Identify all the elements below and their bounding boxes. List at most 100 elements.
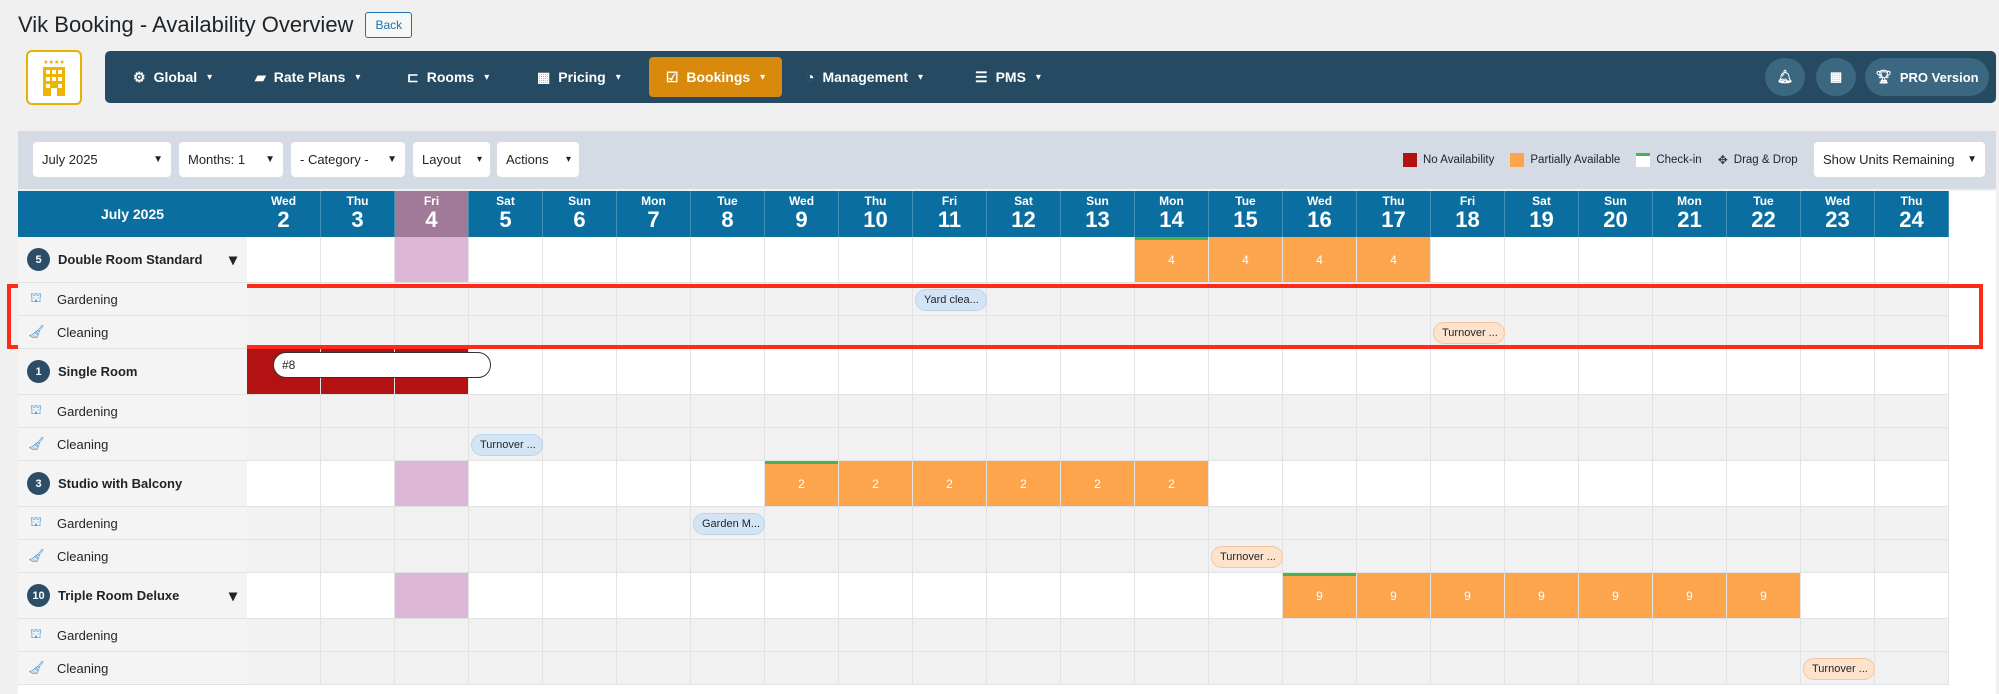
day-cell[interactable]: [247, 652, 321, 685]
month-select[interactable]: July 2025 ▼: [33, 142, 171, 177]
day-header[interactable]: Mon 14: [1135, 191, 1209, 237]
day-cell[interactable]: [913, 540, 987, 573]
nav-pms[interactable]: ☰ PMS ▾: [965, 51, 1051, 103]
day-cell[interactable]: [395, 619, 469, 652]
day-cell[interactable]: [1431, 428, 1505, 461]
day-cell[interactable]: [247, 316, 321, 349]
day-cell[interactable]: [469, 507, 543, 540]
day-header[interactable]: Sat 12: [987, 191, 1061, 237]
day-cell[interactable]: [1061, 573, 1135, 619]
day-cell[interactable]: [1653, 316, 1727, 349]
day-cell[interactable]: [765, 619, 839, 652]
day-cell[interactable]: [1357, 283, 1431, 316]
day-cell[interactable]: [395, 573, 469, 619]
units-view-select[interactable]: Show Units Remaining ▼: [1814, 142, 1985, 177]
day-cell[interactable]: [247, 461, 321, 507]
day-cell[interactable]: [1357, 349, 1431, 395]
day-cell[interactable]: [691, 461, 765, 507]
day-cell[interactable]: [765, 349, 839, 395]
day-cell[interactable]: [469, 573, 543, 619]
day-cell[interactable]: [617, 652, 691, 685]
notifications-button[interactable]: 🔔︎: [1765, 58, 1805, 96]
day-cell[interactable]: [1579, 283, 1653, 316]
day-cell[interactable]: [987, 428, 1061, 461]
day-cell[interactable]: [1505, 461, 1579, 507]
day-cell[interactable]: [469, 237, 543, 283]
day-cell[interactable]: [987, 652, 1061, 685]
day-cell[interactable]: [1357, 395, 1431, 428]
day-cell[interactable]: [543, 283, 617, 316]
chevron-down-icon[interactable]: ▾: [229, 250, 237, 270]
day-cell[interactable]: [247, 237, 321, 283]
day-cell[interactable]: [469, 395, 543, 428]
day-cell[interactable]: [617, 573, 691, 619]
nav-rate-plans[interactable]: ▰ Rate Plans ▾: [245, 51, 370, 103]
room-row-label[interactable]: 3 Studio with Balcony: [18, 461, 247, 507]
day-cell[interactable]: [1801, 540, 1875, 573]
day-cell[interactable]: [247, 540, 321, 573]
day-cell[interactable]: [469, 652, 543, 685]
day-cell[interactable]: [913, 507, 987, 540]
day-cell[interactable]: [1505, 652, 1579, 685]
day-cell[interactable]: [1727, 428, 1801, 461]
day-cell[interactable]: [1875, 237, 1949, 283]
day-cell[interactable]: [1505, 507, 1579, 540]
day-cell[interactable]: [691, 237, 765, 283]
day-cell[interactable]: [1283, 395, 1357, 428]
apps-grid-button[interactable]: ▦: [1816, 58, 1856, 96]
day-cell[interactable]: [691, 573, 765, 619]
room-row-label[interactable]: 1 Single Room: [18, 349, 247, 395]
day-cell[interactable]: [1801, 461, 1875, 507]
back-button[interactable]: Back: [365, 12, 413, 38]
day-header[interactable]: Wed 16: [1283, 191, 1357, 237]
day-cell[interactable]: [1061, 237, 1135, 283]
day-cell[interactable]: [395, 652, 469, 685]
day-cell[interactable]: [617, 507, 691, 540]
day-cell[interactable]: [1801, 395, 1875, 428]
day-cell[interactable]: [617, 395, 691, 428]
day-cell[interactable]: [1505, 619, 1579, 652]
day-cell[interactable]: [1135, 283, 1209, 316]
day-cell[interactable]: [247, 507, 321, 540]
day-cell[interactable]: [839, 283, 913, 316]
day-cell[interactable]: [1727, 540, 1801, 573]
day-header[interactable]: Fri 18: [1431, 191, 1505, 237]
day-cell[interactable]: [321, 540, 395, 573]
day-cell[interactable]: [1579, 507, 1653, 540]
chevron-down-icon[interactable]: ▾: [229, 586, 237, 606]
day-header[interactable]: Wed 9: [765, 191, 839, 237]
day-cell[interactable]: [1875, 349, 1949, 395]
day-cell[interactable]: [1727, 349, 1801, 395]
day-header[interactable]: Mon 7: [617, 191, 691, 237]
day-cell[interactable]: [1579, 461, 1653, 507]
day-cell[interactable]: [691, 428, 765, 461]
day-cell[interactable]: [1209, 316, 1283, 349]
day-cell[interactable]: [839, 395, 913, 428]
task-row-label[interactable]: 🧹︎ Cleaning: [18, 428, 247, 461]
day-cell[interactable]: [1801, 237, 1875, 283]
day-cell[interactable]: [1875, 540, 1949, 573]
day-cell[interactable]: [1875, 619, 1949, 652]
day-header[interactable]: Tue 8: [691, 191, 765, 237]
day-cell[interactable]: [1875, 461, 1949, 507]
day-cell[interactable]: [469, 316, 543, 349]
day-cell[interactable]: [839, 619, 913, 652]
day-cell[interactable]: [1431, 237, 1505, 283]
partial-availability-cell[interactable]: 2: [1061, 461, 1135, 507]
day-cell[interactable]: [1801, 283, 1875, 316]
day-cell[interactable]: [469, 619, 543, 652]
layout-dropdown[interactable]: Layout ▾: [413, 142, 490, 177]
day-cell[interactable]: [617, 283, 691, 316]
day-cell[interactable]: [913, 316, 987, 349]
day-cell[interactable]: [987, 573, 1061, 619]
day-cell[interactable]: [543, 652, 617, 685]
day-cell[interactable]: [543, 461, 617, 507]
day-cell[interactable]: [1357, 619, 1431, 652]
day-cell[interactable]: [1653, 349, 1727, 395]
task-row-label[interactable]: 🧹︎ Cleaning: [18, 652, 247, 685]
day-cell[interactable]: [1431, 540, 1505, 573]
partial-availability-cell[interactable]: 9: [1283, 573, 1357, 619]
day-cell[interactable]: [1061, 283, 1135, 316]
day-cell[interactable]: [543, 349, 617, 395]
day-header[interactable]: Sun 6: [543, 191, 617, 237]
